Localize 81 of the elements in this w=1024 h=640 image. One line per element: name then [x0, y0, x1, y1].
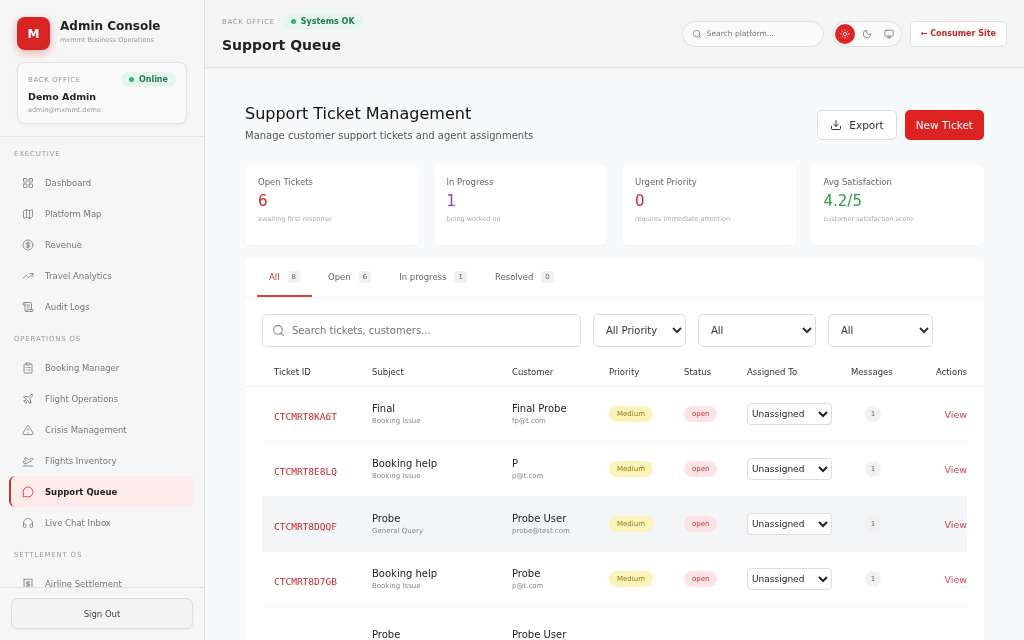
download-icon — [830, 119, 843, 131]
sidebar-item[interactable]: Travel Analytics — [9, 260, 194, 291]
ticket-id: CTCMRT8E8LQ — [274, 465, 337, 477]
map-icon — [22, 207, 34, 220]
filter-select[interactable]: All Priority — [593, 314, 686, 347]
sidebar-item[interactable]: Booking Manager — [9, 352, 194, 383]
column-header: Customer — [512, 366, 555, 377]
moon-icon — [861, 28, 872, 39]
sidebar-item[interactable]: Platform Map — [9, 198, 194, 229]
sidebar-item[interactable]: Airline Settlement — [9, 568, 194, 587]
stat-label: Avg Satisfaction — [823, 177, 893, 187]
new-ticket-button[interactable]: New Ticket — [904, 110, 984, 140]
view-link[interactable]: View — [944, 463, 967, 475]
customer-name: Probe User — [512, 628, 568, 640]
monitor-icon — [883, 28, 894, 39]
export-button[interactable]: Export — [817, 110, 897, 140]
ticket-id: CTCMRT8KA6T — [274, 410, 337, 422]
scroll-icon — [22, 300, 34, 313]
customer-name: P — [512, 458, 520, 469]
ticket-search-field[interactable]: Search tickets, customers... — [262, 314, 581, 347]
dollar-icon — [22, 238, 34, 251]
status-badge: Systems OK — [282, 14, 363, 29]
column-header: Priority — [609, 366, 641, 377]
filter-select[interactable]: All — [698, 314, 816, 347]
view-link[interactable]: View — [944, 573, 967, 585]
sidebar-item[interactable]: Flights Inventory — [9, 445, 194, 476]
sidebar-item[interactable]: Revenue — [9, 229, 194, 260]
plane-icon — [22, 454, 34, 467]
consumer-site-button[interactable]: ← Consumer Site — [909, 20, 1007, 47]
sidebar-item[interactable]: Support Queue — [9, 476, 194, 507]
ticket-id: CTCMRT8DQQF — [274, 520, 337, 532]
stat-value: 6 — [258, 192, 269, 210]
column-header: Messages — [851, 366, 894, 377]
theme-button[interactable] — [834, 23, 855, 44]
assignee-select[interactable]: Unassigned — [747, 458, 832, 480]
ticket-subject: Booking help — [372, 458, 439, 469]
status-badge: Online — [120, 72, 176, 87]
customer-name: Probe User — [512, 513, 568, 524]
sidebar-item[interactable]: Crisis Management — [9, 414, 194, 445]
ticket-subject: Booking help — [372, 568, 439, 579]
page-title: Support Queue — [222, 37, 342, 53]
assignee-select[interactable]: Unassigned — [747, 513, 832, 535]
stat-value: 1 — [446, 192, 458, 210]
ticket-subject: Probe — [372, 513, 402, 524]
column-header: Status — [684, 366, 713, 377]
assignee-select[interactable]: Unassigned — [747, 403, 832, 425]
filter-select[interactable]: All — [828, 314, 933, 347]
sidebar-item[interactable]: Audit Logs — [9, 291, 194, 322]
sidebar-item[interactable]: Dashboard — [9, 167, 194, 198]
chat-bubble-icon — [22, 485, 34, 498]
sidebar-item[interactable]: Flight Operations — [9, 383, 194, 414]
column-header: Subject — [372, 366, 405, 377]
plane-icon — [22, 392, 34, 405]
view-link[interactable]: View — [944, 408, 967, 420]
stat-label: In Progress — [446, 177, 495, 187]
headphones-icon — [22, 516, 34, 529]
column-header: Actions — [935, 366, 967, 377]
logo: M — [17, 17, 50, 50]
stat-label: Open Tickets — [258, 177, 314, 187]
ticket-id: CTCMRT8D7GB — [274, 575, 337, 587]
clipboard-icon — [22, 361, 34, 374]
assignee-select[interactable]: Unassigned — [747, 568, 832, 590]
column-header: Ticket ID — [274, 366, 312, 377]
customer-name: Probe — [512, 568, 542, 579]
ticket-subject: Probe — [372, 628, 402, 640]
ticket-subject: Final — [372, 403, 397, 414]
stat-label: Urgent Priority — [635, 177, 698, 187]
section-description: Manage customer support tickets and agent assignments — [245, 130, 534, 141]
sign-out-button[interactable]: Sign Out — [11, 598, 193, 629]
app-title: Admin Console — [60, 19, 161, 33]
grid-icon — [22, 176, 34, 189]
warning-icon — [22, 423, 34, 436]
sidebar-item[interactable]: Live Chat Inbox — [9, 507, 194, 538]
receipt-icon — [22, 577, 34, 587]
customer-name: Final Probe — [512, 403, 568, 414]
sun-icon — [839, 28, 850, 39]
user-name: Demo Admin — [28, 91, 98, 102]
view-link[interactable]: View — [944, 518, 967, 530]
section-heading: Support Ticket Management — [245, 104, 473, 123]
stat-value: 4.2/5 — [823, 192, 863, 210]
stat-value: 0 — [635, 192, 646, 210]
